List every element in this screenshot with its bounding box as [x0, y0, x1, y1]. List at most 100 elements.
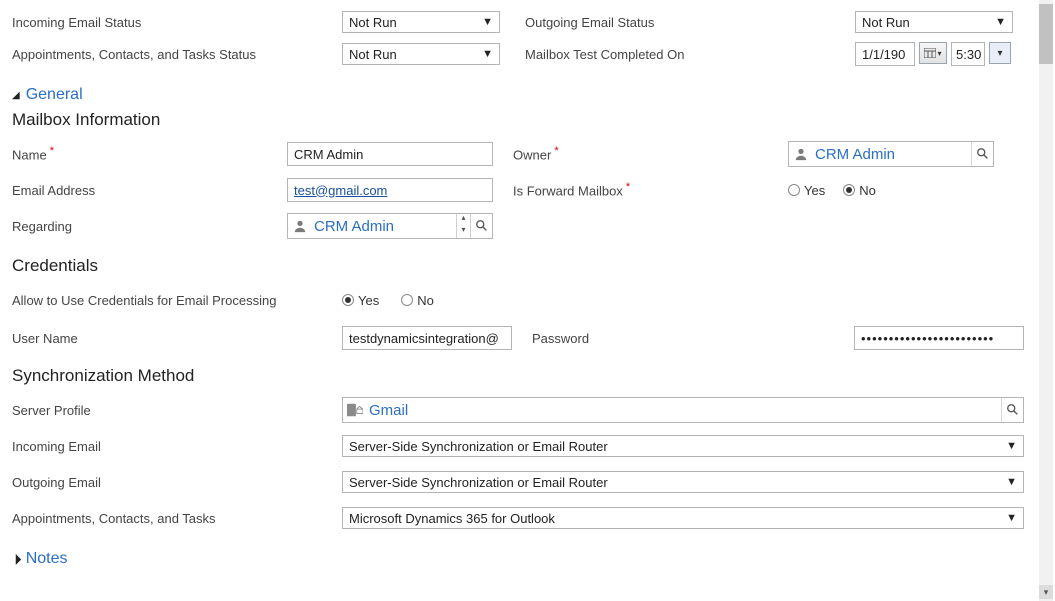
user-pass-row: User Name testdynamicsintegration@ Passw… — [12, 324, 1043, 352]
incoming-email-value: Server-Side Synchronization or Email Rou… — [349, 439, 608, 454]
owner-lookup[interactable]: CRM Admin — [788, 141, 994, 167]
act-status-select[interactable]: Not Run ▼ — [342, 43, 500, 65]
allow-yes-radio[interactable]: Yes — [342, 293, 379, 308]
server-profile-row: Server Profile Gmail — [12, 396, 1043, 424]
password-input[interactable]: •••••••••••••••••••••••• — [854, 326, 1024, 350]
owner-label: Owner * — [513, 145, 788, 162]
test-completed-date-input[interactable]: 1/1/190 — [855, 42, 915, 66]
name-label-text: Name — [12, 148, 47, 163]
isforward-yes-label: Yes — [804, 183, 825, 198]
password-label: Password — [532, 331, 854, 346]
isforward-no-radio[interactable]: No — [843, 183, 876, 198]
name-input[interactable]: CRM Admin — [287, 142, 493, 166]
act-label: Appointments, Contacts, and Tasks — [12, 511, 342, 526]
chevron-down-icon: ▾ — [997, 48, 1002, 59]
name-label: Name * — [12, 145, 287, 162]
username-input[interactable]: testdynamicsintegration@ — [342, 326, 512, 350]
allow-no-label: No — [417, 293, 434, 308]
person-icon — [793, 146, 809, 162]
outgoing-email-label: Outgoing Email — [12, 475, 342, 490]
chevron-down-icon: ▼ — [995, 16, 1006, 28]
email-input[interactable]: test@gmail.com — [287, 178, 493, 202]
outgoing-status-value: Not Run — [862, 15, 910, 30]
person-icon — [292, 218, 308, 234]
allow-radio-group: Yes No — [342, 293, 434, 308]
regarding-label: Regarding — [12, 219, 287, 234]
act-select[interactable]: Microsoft Dynamics 365 for Outlook ▼ — [342, 507, 1024, 529]
allow-yes-label: Yes — [358, 293, 379, 308]
incoming-email-row: Incoming Email Server-Side Synchronizati… — [12, 432, 1043, 460]
vertical-scrollbar[interactable] — [1039, 0, 1053, 601]
radio-icon — [401, 294, 413, 306]
username-value: testdynamicsintegration@ — [349, 331, 499, 346]
allow-no-radio[interactable]: No — [401, 293, 434, 308]
incoming-status-select[interactable]: Not Run ▼ — [342, 11, 500, 33]
search-icon — [1006, 403, 1020, 417]
expand-icon: ◢ — [9, 552, 22, 565]
name-owner-row: Name * CRM Admin Owner * CRM Admin — [12, 140, 1043, 168]
outgoing-status-select[interactable]: Not Run ▼ — [855, 11, 1013, 33]
isforward-no-label: No — [859, 183, 876, 198]
isforward-yes-radio[interactable]: Yes — [788, 183, 825, 198]
scrollbar-down-button[interactable]: ▾ — [1039, 585, 1053, 599]
username-label: User Name — [12, 331, 342, 346]
act-status-value: Not Run — [349, 47, 397, 62]
regarding-lookup[interactable]: CRM Admin ▴ ▾ — [287, 213, 493, 239]
test-completed-time-value: 5:30 — [956, 47, 981, 62]
chevron-down-icon: ▾ — [457, 226, 470, 238]
radio-icon — [788, 184, 800, 196]
mailbox-info-subhead: Mailbox Information — [12, 110, 1043, 130]
chevron-down-icon: ▼ — [1006, 512, 1017, 524]
isforward-radio-group: Yes No — [788, 183, 876, 198]
outgoing-email-select[interactable]: Server-Side Synchronization or Email Rou… — [342, 471, 1024, 493]
top-row-2: Appointments, Contacts, and Tasks Status… — [12, 40, 1043, 68]
isforward-label: Is Forward Mailbox * — [513, 181, 788, 198]
collapse-icon: ◢ — [12, 90, 20, 101]
test-completed-date-value: 1/1/190 — [862, 47, 905, 62]
email-label: Email Address — [12, 183, 287, 198]
email-forward-row: Email Address test@gmail.com Is Forward … — [12, 176, 1043, 204]
chevron-down-icon: ▼ — [1006, 440, 1017, 452]
time-picker-button[interactable]: ▾ — [989, 42, 1011, 64]
isforward-label-text: Is Forward Mailbox — [513, 184, 623, 199]
incoming-email-label: Incoming Email — [12, 439, 342, 454]
outgoing-email-value: Server-Side Synchronization or Email Rou… — [349, 475, 608, 490]
search-icon — [976, 147, 990, 161]
incoming-status-label: Incoming Email Status — [12, 15, 342, 30]
server-profile-lookup[interactable]: Gmail — [342, 397, 1024, 423]
chevron-down-icon: ▼ — [1006, 476, 1017, 488]
test-completed-control: 1/1/190 ▾ 5:30 ▾ — [855, 42, 1011, 66]
name-value: CRM Admin — [294, 147, 363, 162]
act-status-label: Appointments, Contacts, and Tasks Status — [12, 47, 342, 62]
incoming-status-value: Not Run — [349, 15, 397, 30]
calendar-icon — [924, 48, 936, 58]
allow-credentials-row: Allow to Use Credentials for Email Proce… — [12, 286, 1043, 314]
incoming-email-select[interactable]: Server-Side Synchronization or Email Rou… — [342, 435, 1024, 457]
scrollbar-thumb[interactable] — [1039, 4, 1053, 64]
act-row: Appointments, Contacts, and Tasks Micros… — [12, 504, 1043, 532]
section-general-header[interactable]: ◢ General — [12, 86, 1043, 104]
sync-subhead: Synchronization Method — [12, 366, 1043, 386]
lookup-search-button[interactable] — [470, 214, 492, 238]
section-notes-header[interactable]: ◢ Notes — [12, 550, 1043, 568]
server-profile-label: Server Profile — [12, 403, 342, 418]
password-value: •••••••••••••••••••••••• — [861, 331, 994, 346]
lookup-search-button[interactable] — [971, 142, 993, 166]
regarding-value: CRM Admin — [314, 218, 456, 235]
server-profile-icon — [347, 402, 363, 418]
allow-credentials-label: Allow to Use Credentials for Email Proce… — [12, 293, 342, 308]
top-row-1: Incoming Email Status Not Run ▼ Outgoing… — [12, 8, 1043, 36]
credentials-subhead: Credentials — [12, 256, 1043, 276]
test-completed-time-input[interactable]: 5:30 — [951, 42, 985, 66]
regarding-spinner[interactable]: ▴ ▾ — [456, 214, 470, 238]
owner-value: CRM Admin — [815, 146, 971, 163]
mailbox-form-page: Incoming Email Status Not Run ▼ Outgoing… — [0, 0, 1055, 601]
lookup-search-button[interactable] — [1001, 398, 1023, 422]
email-value[interactable]: test@gmail.com — [294, 183, 387, 198]
date-picker-button[interactable]: ▾ — [919, 42, 947, 64]
act-value: Microsoft Dynamics 365 for Outlook — [349, 511, 555, 526]
radio-icon — [342, 294, 354, 306]
server-profile-value: Gmail — [369, 402, 1001, 419]
outgoing-status-label: Outgoing Email Status — [525, 15, 855, 30]
chevron-down-icon: ▼ — [482, 16, 493, 28]
